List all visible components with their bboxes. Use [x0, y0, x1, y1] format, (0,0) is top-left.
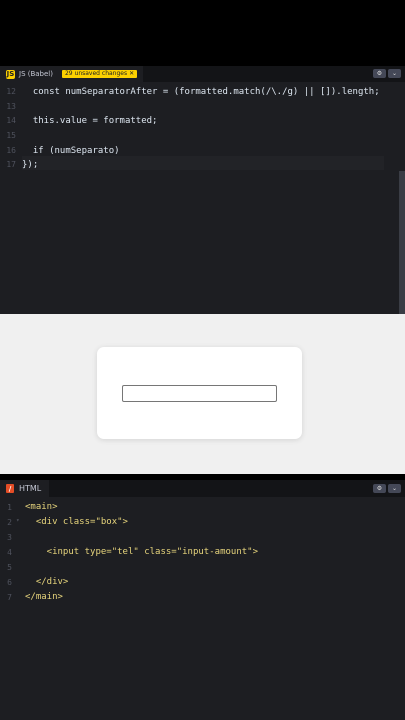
box-card	[97, 347, 302, 439]
code-line[interactable]: if (numSeparato)	[22, 146, 120, 156]
line-number: 6	[7, 578, 12, 587]
code-text: const numSeparatorAfter = (formatted.mat…	[22, 87, 380, 97]
code-line[interactable]: <main>	[25, 502, 58, 512]
js-tab-label: JS (Babel)	[19, 70, 53, 78]
js-logo-icon: JS	[6, 69, 15, 79]
line-number: 3	[7, 533, 12, 542]
line-number: 7	[7, 593, 12, 602]
result-preview	[0, 314, 405, 474]
line-number: 12	[6, 87, 16, 96]
code-line[interactable]: });	[22, 160, 38, 170]
html-editor-panel: / HTML ⚙ ⌄ 1 <main> 2 ▾ <div class="box"…	[0, 480, 405, 720]
js-panel-header: JS JS (Babel) 29 unsaved changes ✕ ⚙ ⌄	[0, 66, 405, 82]
line-number: 16	[6, 146, 16, 155]
gear-icon[interactable]: ⚙	[373, 69, 386, 78]
code-line[interactable]: this.value = formatted;	[22, 116, 158, 126]
line-number: 17	[6, 160, 16, 169]
active-line-highlight	[22, 156, 384, 170]
tab-html[interactable]: / HTML	[0, 480, 50, 497]
code-text: this.value = formatted;	[22, 116, 158, 126]
fold-arrow-icon[interactable]: ▾	[16, 517, 20, 524]
html-logo-icon: /	[6, 484, 14, 493]
line-number: 2	[7, 518, 12, 527]
line-number: 5	[7, 563, 12, 572]
chevron-down-icon[interactable]: ⌄	[388, 484, 401, 493]
vertical-scrollbar[interactable]	[399, 171, 405, 314]
code-text: if (numSeparato)	[22, 146, 120, 156]
line-number: 15	[6, 131, 16, 140]
unsaved-changes-text: 29 unsaved changes	[64, 70, 128, 77]
chevron-down-icon[interactable]: ⌄	[388, 69, 401, 78]
code-line[interactable]: <div class="box">	[25, 517, 128, 527]
line-number: 13	[6, 102, 16, 111]
close-icon[interactable]: ✕	[129, 70, 134, 78]
tab-js-babel[interactable]: JS JS (Babel) 29 unsaved changes ✕	[0, 66, 144, 82]
html-panel-header: / HTML ⚙ ⌄	[0, 480, 405, 497]
code-line[interactable]: </main>	[25, 592, 63, 602]
line-number: 14	[6, 116, 16, 125]
line-number: 4	[7, 548, 12, 557]
js-editor-panel: JS JS (Babel) 29 unsaved changes ✕ ⚙ ⌄ 1…	[0, 66, 405, 314]
code-line[interactable]: </div>	[25, 577, 69, 587]
code-line[interactable]: <input type="tel" class="input-amount">	[25, 547, 258, 557]
amount-input[interactable]	[122, 385, 277, 402]
unsaved-changes-badge[interactable]: 29 unsaved changes ✕	[61, 70, 138, 78]
code-line[interactable]: const numSeparatorAfter = (formatted.mat…	[22, 87, 380, 97]
gear-icon[interactable]: ⚙	[373, 484, 386, 493]
code-text: });	[22, 160, 39, 170]
line-number: 1	[7, 503, 12, 512]
html-tab-label: HTML	[19, 484, 42, 493]
